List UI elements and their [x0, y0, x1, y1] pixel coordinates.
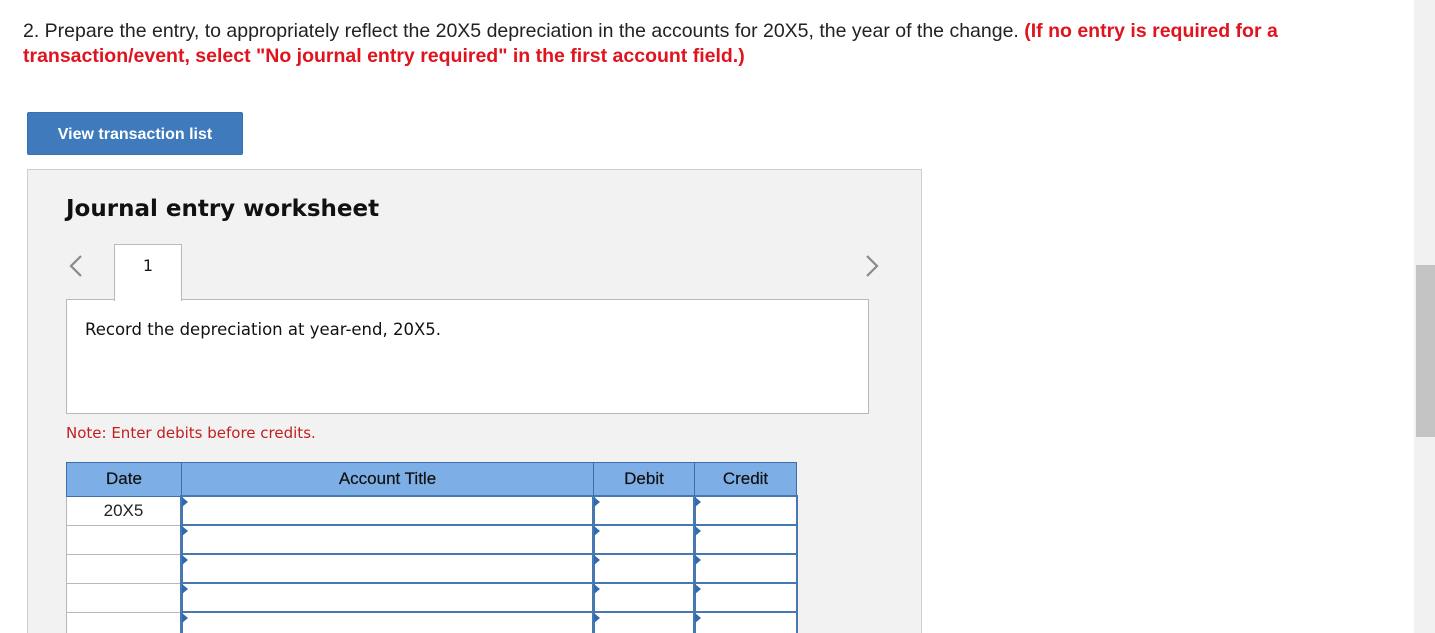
entry-prompt-text: Record the depreciation at year-end, 20X… [85, 320, 442, 339]
view-transaction-list-button[interactable]: View transaction list [27, 112, 243, 155]
date-cell [66, 524, 182, 555]
credit-input[interactable] [693, 582, 798, 613]
column-header-date: Date [66, 462, 182, 497]
table-row [66, 524, 798, 555]
page: 2. Prepare the entry, to appropriately r… [0, 0, 1435, 633]
account-title-input[interactable] [180, 611, 595, 633]
journal-header-row: Date Account Title Debit Credit [66, 462, 797, 497]
column-header-account-title: Account Title [181, 462, 594, 497]
column-header-credit: Credit [694, 462, 797, 497]
debit-input[interactable] [592, 582, 696, 613]
date-cell [66, 611, 182, 633]
chevron-right-icon[interactable] [862, 252, 882, 280]
debits-credits-note: Note: Enter debits before credits. [66, 424, 316, 442]
instructions-main: 2. Prepare the entry, to appropriately r… [23, 20, 1025, 42]
table-row [66, 582, 798, 613]
date-cell: 20X5 [66, 495, 182, 526]
date-cell [66, 553, 182, 584]
account-title-input[interactable] [180, 524, 595, 555]
debit-input[interactable] [592, 611, 696, 633]
credit-input[interactable] [693, 553, 798, 584]
debit-input[interactable] [592, 524, 696, 555]
column-header-debit: Debit [593, 462, 695, 497]
table-row [66, 611, 798, 633]
credit-input[interactable] [693, 524, 798, 555]
date-cell [66, 582, 182, 613]
table-row [66, 553, 798, 584]
entry-prompt-box: Record the depreciation at year-end, 20X… [66, 299, 869, 414]
table-row: 20X5 [66, 495, 798, 526]
journal-table: Date Account Title Debit Credit 20X5 [66, 462, 798, 633]
account-title-input[interactable] [180, 582, 595, 613]
journal-entry-worksheet: Journal entry worksheet 1 Record the dep… [27, 169, 922, 633]
chevron-left-icon[interactable] [66, 252, 86, 280]
credit-input[interactable] [693, 495, 798, 526]
account-title-input[interactable] [180, 495, 595, 526]
credit-input[interactable] [693, 611, 798, 633]
debit-input[interactable] [592, 495, 696, 526]
worksheet-title: Journal entry worksheet [66, 196, 380, 222]
debit-input[interactable] [592, 553, 696, 584]
instructions: 2. Prepare the entry, to appropriately r… [23, 19, 1293, 69]
account-title-input[interactable] [180, 553, 595, 584]
vertical-scrollbar[interactable] [1414, 0, 1435, 633]
tab-entry-1[interactable]: 1 [114, 244, 182, 301]
scrollbar-thumb[interactable] [1416, 265, 1435, 437]
